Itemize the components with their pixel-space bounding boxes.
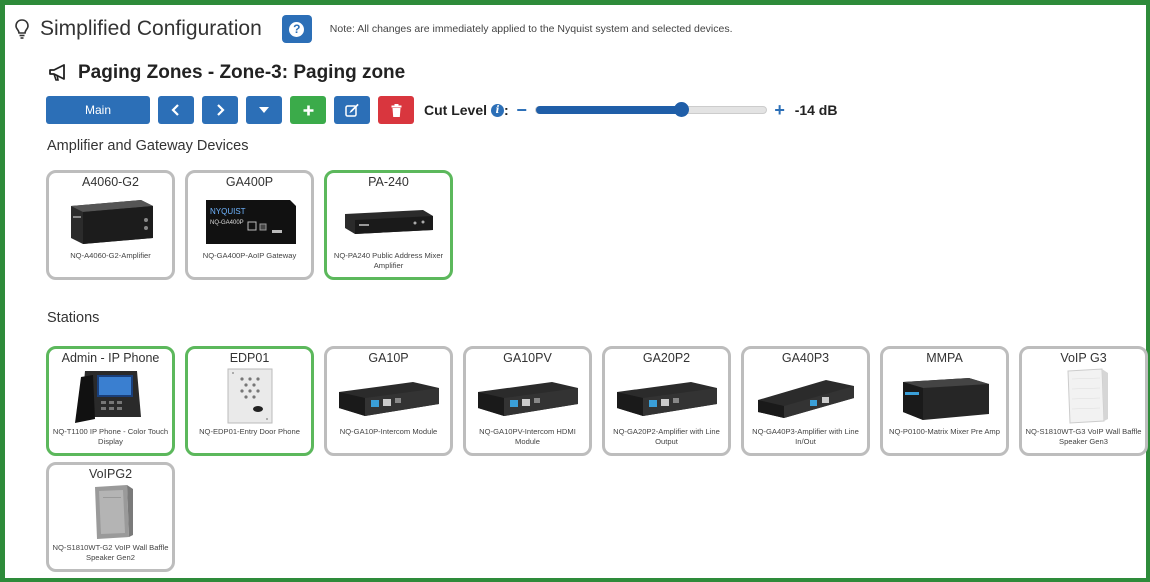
- slider-fill: [535, 106, 681, 114]
- colon: :: [504, 102, 509, 118]
- header: Simplified Configuration ? Note: All cha…: [14, 14, 733, 44]
- device-card-title: Admin - IP Phone: [61, 351, 160, 365]
- device-card-title: VoIPG2: [88, 467, 133, 481]
- toolbar: Main Cut Level i : − + -14 dB: [46, 96, 837, 124]
- device-card-description: NQ-GA40P3-Amplifier with Line In/Out: [752, 427, 859, 446]
- device-card-description: NQ-GA10PV-Intercom HDMI Module: [479, 427, 576, 446]
- device-card-description: NQ-S1810WT-G2 VoIP Wall Baffle Speaker G…: [52, 543, 169, 562]
- device-card-description: NQ-P0100-Matrix Mixer Pre Amp: [889, 427, 1000, 436]
- edit-icon: [345, 103, 359, 117]
- cut-level-text: Cut Level: [424, 102, 488, 118]
- megaphone-icon: [49, 64, 65, 81]
- mixer-box-icon: [889, 367, 1001, 425]
- device-card-title: GA10PV: [503, 351, 552, 365]
- device-card[interactable]: VoIP G3 NQ-S1810WT-G3 VoIP Wall Baffle Sp…: [1019, 346, 1148, 456]
- amplifier-device-list: A4060-G2 NQ-A4060-G2-Amplifier GA400P NYQUI…: [46, 170, 453, 280]
- device-card-title: GA40P3: [781, 351, 830, 365]
- device-card-title: GA10P: [368, 351, 409, 365]
- zone-title: Paging Zones - Zone-3: Paging zone: [78, 62, 406, 83]
- increase-button[interactable]: +: [773, 100, 787, 121]
- device-card-title: GA400P: [225, 175, 274, 189]
- dropdown-button[interactable]: [246, 96, 282, 124]
- help-button[interactable]: ?: [281, 15, 312, 43]
- device-card-description: NQ-A4060-G2-Amplifier: [70, 251, 151, 260]
- device-card-title: EDP01: [229, 351, 270, 365]
- device-card[interactable]: GA40P3 NQ-GA40P3-Amplifier with Line In/O…: [741, 346, 870, 456]
- device-card-title: A4060-G2: [82, 175, 139, 189]
- device-card[interactable]: MMPA NQ-P0100-Matrix Mixer Pre Amp: [880, 346, 1009, 456]
- device-card[interactable]: GA20P2 NQ-GA20P2-Amplifier with Line Outp…: [602, 346, 731, 456]
- device-card[interactable]: EDP01 NQ-EDP01-Entry Door Phone: [185, 346, 314, 456]
- decrease-button[interactable]: −: [515, 100, 529, 121]
- device-card[interactable]: GA10PV NQ-GA10PV-Intercom HDMI Module: [463, 346, 592, 456]
- question-icon: ?: [289, 21, 305, 37]
- delete-button[interactable]: [378, 96, 414, 124]
- wall-speaker-grey-icon: [55, 483, 167, 541]
- cut-level-slider: − +: [515, 100, 787, 121]
- device-card[interactable]: GA400P NYQUIST NQ-GA400P NQ-GA400P-AoIP Gat…: [185, 170, 314, 280]
- slider-thumb[interactable]: [673, 102, 689, 117]
- svg-text:NYQUIST: NYQUIST: [210, 207, 246, 216]
- device-card-description: NQ-GA20P2-Amplifier with Line Output: [613, 427, 720, 446]
- device-card-description: NQ-T1100 IP Phone - Color Touch Display: [52, 427, 169, 446]
- ip-phone-icon: [55, 367, 167, 425]
- rack-amplifier-icon: [333, 191, 445, 249]
- caret-down-icon: [259, 107, 269, 113]
- device-card-description: NQ-S1810WT-G3 VoIP Wall Baffle Speaker G…: [1025, 427, 1142, 446]
- edit-button[interactable]: [334, 96, 370, 124]
- device-card[interactable]: Admin - IP Phone NQ-T1100 IP Phone - Colo…: [46, 346, 175, 456]
- chevron-left-icon: [171, 104, 179, 116]
- device-card[interactable]: PA-240 NQ-PA240 Public Address Mixer Ampl…: [324, 170, 453, 280]
- add-button[interactable]: [290, 96, 326, 124]
- amp-module-icon: [750, 367, 862, 425]
- intercom-module-icon: [333, 367, 445, 425]
- svg-text:NQ-GA400P: NQ-GA400P: [210, 220, 244, 226]
- info-icon[interactable]: i: [491, 103, 505, 117]
- chevron-right-icon: [217, 104, 225, 116]
- plus-icon: [303, 105, 313, 115]
- zone-heading: Paging Zones - Zone-3: Paging zone: [48, 62, 405, 84]
- device-card-title: MMPA: [926, 351, 963, 365]
- intercom-module-icon: [472, 367, 584, 425]
- cut-level-value: -14 dB: [794, 102, 838, 118]
- gateway-box-icon: NYQUIST NQ-GA400P: [194, 191, 306, 249]
- trash-icon: [391, 103, 401, 117]
- device-card-title: PA-240: [368, 175, 409, 189]
- device-card-description: NQ-PA240 Public Address Mixer Amplifier: [333, 251, 444, 270]
- previous-button[interactable]: [158, 96, 194, 124]
- device-card-title: GA20P2: [642, 351, 691, 365]
- amplifier-section-heading: Amplifier and Gateway Devices: [47, 138, 249, 154]
- main-button[interactable]: Main: [46, 96, 150, 124]
- door-phone-icon: [194, 367, 306, 425]
- device-card-description: NQ-EDP01-Entry Door Phone: [199, 427, 300, 436]
- stations-section-heading: Stations: [47, 310, 100, 326]
- header-note: Note: All changes are immediately applie…: [329, 23, 733, 35]
- cut-level-label: Cut Level i :: [424, 102, 509, 118]
- device-card[interactable]: GA10P NQ-GA10P-Intercom Module: [324, 346, 453, 456]
- device-card-title: VoIP G3: [1060, 351, 1107, 365]
- station-list-row-2: VoIPG2 NQ-S1810WT-G2 VoIP Wall Baffle Spe…: [46, 462, 175, 572]
- device-card[interactable]: VoIPG2 NQ-S1810WT-G2 VoIP Wall Baffle Spe…: [46, 462, 175, 572]
- wall-speaker-icon: [1028, 367, 1140, 425]
- slider-track[interactable]: [534, 102, 767, 117]
- intercom-module-icon: [611, 367, 723, 425]
- lightbulb-icon: [15, 19, 29, 39]
- page-frame-right: [1146, 0, 1150, 582]
- device-card-description: NQ-GA400P-AoIP Gateway: [202, 251, 297, 260]
- page-title: Simplified Configuration: [40, 17, 262, 40]
- amplifier-box-icon: [55, 191, 167, 249]
- station-list: Admin - IP Phone NQ-T1100 IP Phone - Colo…: [46, 346, 1148, 456]
- next-button[interactable]: [202, 96, 238, 124]
- device-card[interactable]: A4060-G2 NQ-A4060-G2-Amplifier: [46, 170, 175, 280]
- device-card-description: NQ-GA10P-Intercom Module: [339, 427, 438, 436]
